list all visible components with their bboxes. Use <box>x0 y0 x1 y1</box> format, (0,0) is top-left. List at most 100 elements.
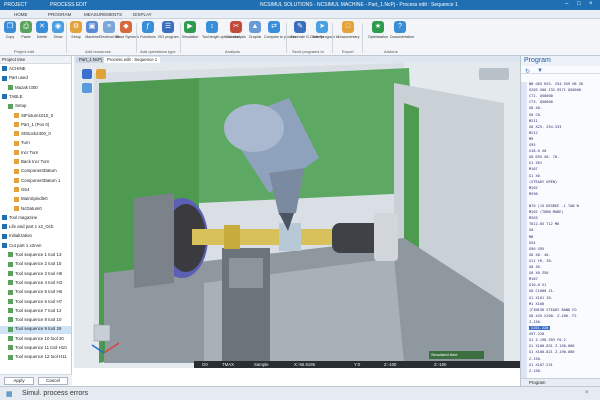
maximize-icon[interactable]: □ <box>577 1 581 7</box>
tree-item[interactable]: Setup <box>0 103 71 111</box>
view-fit-icon[interactable] <box>82 83 92 93</box>
filter-icon[interactable]: ▼ <box>537 68 543 74</box>
documentation-button[interactable]: ? Documentation <box>390 21 414 47</box>
menu-program[interactable]: PROGRAM <box>48 12 71 17</box>
tree-item[interactable]: Part_1 (Pos 0) <box>0 122 71 130</box>
tree-item[interactable]: Incr Turn <box>0 150 71 158</box>
cancel-button[interactable]: Cancel <box>38 377 68 385</box>
code-line[interactable]: M202 <box>529 186 538 190</box>
tree-item[interactable]: Tool sequence 12 tool H11 <box>0 354 71 362</box>
code-line[interactable]: G0 X45 X100. Z-100. F2 <box>529 314 577 318</box>
code-line[interactable]: G0 X0. <box>529 106 542 110</box>
code-line[interactable]: Z-150. <box>529 357 542 361</box>
code-line[interactable]: G10.0 X1 <box>529 283 546 287</box>
tree-item[interactable]: Back Incr Turn <box>0 159 71 167</box>
code-line[interactable]: M107 <box>529 167 538 171</box>
optimization-button[interactable]: ★ Optimization <box>368 21 388 47</box>
code-line[interactable]: (FINISH STEADY BAND FO <box>529 308 577 312</box>
program-code[interactable]: N8 G65 H25. 254.559 H8 Z0 G203 G00 I32.95… <box>521 82 600 378</box>
tab-project[interactable]: PROJECT <box>4 2 27 8</box>
code-line[interactable]: G18.0 X0 <box>529 149 546 153</box>
code-line[interactable]: M107 <box>529 277 538 281</box>
code-line[interactable]: M8 <box>529 235 533 239</box>
program-footer-tab[interactable]: Program <box>521 378 600 386</box>
view-front-icon[interactable] <box>82 69 92 79</box>
simulation-button[interactable]: ▶ Simulation <box>180 21 200 47</box>
code-line[interactable]: G0 Z6. <box>529 265 542 269</box>
functions-button[interactable]: ƒ Functions <box>138 21 158 47</box>
code-line[interactable]: M9 <box>529 137 533 141</box>
tree-item[interactable]: Mazak I300 <box>0 85 71 93</box>
tree-item[interactable]: StFixture1010_0 <box>0 113 71 121</box>
code-line[interactable]: G54 <box>529 241 536 245</box>
tree-item[interactable]: MainSpindle0 <box>0 196 71 204</box>
code-line[interactable]: M1 X100 <box>529 302 544 306</box>
code-line[interactable]: M296 <box>529 192 538 196</box>
tree-item[interactable]: Tool sequence 10 tool 20 <box>0 336 71 344</box>
code-line[interactable]: G1 Z61 <box>529 161 542 165</box>
code-line[interactable]: G0 D55 X0. 70. <box>529 155 559 159</box>
errors-close-icon[interactable]: × <box>585 390 589 396</box>
menu-measurements[interactable]: MEASUREMENTS <box>84 12 122 17</box>
code-line[interactable]: G0 X0 Z50 <box>529 271 548 275</box>
compare-to-process-button[interactable]: ⇄ Compare to process <box>264 21 296 47</box>
code-line[interactable]: G1 X100.821 Z-190.000 <box>529 350 574 354</box>
base-symbols-button[interactable]: ◆ Base Symbols <box>116 21 139 47</box>
tree-item[interactable]: Tool sequence 9 tool 26 <box>0 326 71 335</box>
code-line[interactable]: T012.05 T12 M6 <box>529 222 559 226</box>
tree-item[interactable]: Tool sequence 1 tool 13 <box>0 252 71 260</box>
code-line[interactable]: C72. Q50000 <box>529 94 553 98</box>
code-line[interactable]: Z-150. <box>529 320 542 324</box>
cut-analysis-button[interactable]: ✂ Cut analysis <box>226 21 246 47</box>
code-line[interactable]: G11 Y0. Z0. <box>529 259 553 263</box>
tree-item[interactable]: Tool sequence 5 tool H6 <box>0 289 71 297</box>
code-line[interactable]: G1 X100.831 Z-150.000 <box>529 344 574 348</box>
tree-item[interactable]: NcDatum0 <box>0 206 71 214</box>
tree-item[interactable]: Initialization <box>0 233 71 241</box>
code-line[interactable]: N8 G65 H25. 254.559 H8 Z0 <box>529 82 583 86</box>
graphic-button[interactable]: ▲ Graphic <box>245 21 265 47</box>
code-line[interactable]: Z-150. <box>529 369 542 373</box>
code-line[interactable]: M211 <box>529 119 538 123</box>
tree-item[interactable]: Life and part 1 x2_Ocb <box>0 224 71 232</box>
tree-item[interactable]: Cut part 1 x2nnn <box>0 243 71 251</box>
code-line[interactable]: G0 <box>529 228 533 232</box>
code-line[interactable]: G1 X101 Z0. <box>529 296 553 300</box>
menu-display[interactable]: DISPLAY <box>133 12 152 17</box>
code-line[interactable]: C73. Q50000 <box>529 100 553 104</box>
tree-item[interactable]: Tool sequence 3 tool H5 <box>0 271 71 279</box>
tree-item[interactable]: Tool sequence 7 tool 12 <box>0 308 71 316</box>
tree-item[interactable]: Tool sequence 2 tool 15 <box>0 261 71 269</box>
refresh-icon[interactable]: ↻ <box>525 68 530 75</box>
tree-item[interactable]: Tool sequence 11 tool H10 <box>0 345 71 353</box>
tree-item[interactable]: Turn <box>0 140 71 148</box>
documentary-button[interactable]: □ Documentary <box>338 21 359 47</box>
tree-item[interactable]: ACHINE <box>0 66 71 74</box>
code-line[interactable]: G1 Z-198.393 F0.2 <box>529 338 566 342</box>
code-line[interactable]: G0 C1000 Z1. <box>529 289 555 293</box>
code-line[interactable]: M212 <box>529 131 538 135</box>
code-line[interactable]: X101.220 <box>529 326 551 330</box>
code-line[interactable]: M202 (TURN MODE) <box>529 210 564 214</box>
code-line[interactable]: G95 <box>529 143 536 147</box>
tab-process-edit[interactable]: PROCESS EDIT <box>50 2 87 8</box>
tree-item[interactable]: Tool sequence 6 tool H7 <box>0 299 71 307</box>
code-line[interactable]: G0 X0. 40. <box>529 253 551 257</box>
code-line[interactable]: G0 X25. Z54.533 <box>529 125 561 129</box>
code-line[interactable]: G90 G95 <box>529 247 544 251</box>
tree-item[interactable]: G54 <box>0 187 71 195</box>
send-program-button[interactable]: ➤ Send program to <box>312 21 339 47</box>
show-button[interactable]: ◉ Show <box>48 21 68 47</box>
close-icon[interactable]: × <box>589 1 593 7</box>
tool-length-optimization-button[interactable]: ↕ Tool length optimization <box>202 21 240 47</box>
tree-item[interactable]: Part used <box>0 75 71 83</box>
code-line[interactable]: G0 C0. <box>529 113 542 117</box>
tree-item[interactable]: TABLE <box>0 94 71 102</box>
generate-gcode-button[interactable]: ✎ Generate G-Code file <box>290 21 324 47</box>
apply-button[interactable]: Apply <box>4 377 34 385</box>
code-line[interactable]: G203 G00 I32.9571 Q50000 <box>529 88 581 92</box>
menu-home[interactable]: HOME <box>14 12 28 17</box>
tree-item[interactable]: Tool magazine <box>0 215 71 223</box>
tree-item[interactable]: ComponentDatum 1 <box>0 178 71 186</box>
3d-viewport[interactable]: Simulated time G0 TMAX Sample X:-56.8186… <box>74 63 520 368</box>
